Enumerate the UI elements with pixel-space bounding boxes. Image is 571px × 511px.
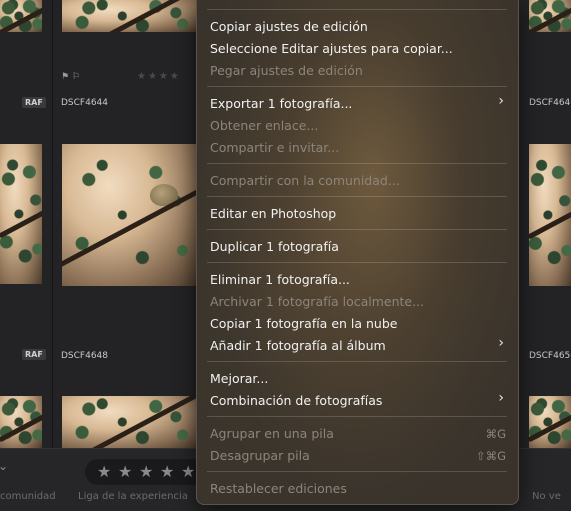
star-icon[interactable]: ★ bbox=[139, 462, 153, 481]
menu-separator bbox=[207, 416, 507, 417]
menu-item-ungroup-stack[interactable]: Desagrupar pila bbox=[210, 448, 310, 463]
star-icon[interactable]: ★ bbox=[181, 462, 195, 481]
menu-item-export[interactable]: Exportar 1 fotografía... bbox=[210, 96, 352, 111]
footer-link-community[interactable]: comunidad bbox=[0, 491, 56, 502]
menu-separator bbox=[207, 229, 507, 230]
menu-item-copy-cloud[interactable]: Copiar 1 fotografía en la nube bbox=[210, 316, 397, 331]
footer-link-league[interactable]: Liga de la experiencia bbox=[78, 491, 188, 502]
grid-cell[interactable]: DSCF4650 bbox=[518, 346, 571, 448]
grid-cell[interactable]: RAF bbox=[0, 94, 53, 346]
menu-item-enhance[interactable]: Mejorar... bbox=[210, 371, 268, 386]
star-icon[interactable]: ★ bbox=[160, 462, 174, 481]
photo-thumbnail[interactable] bbox=[0, 0, 42, 32]
file-name: DSCF4646 bbox=[529, 98, 571, 108]
photo-thumbnail[interactable] bbox=[62, 144, 196, 286]
menu-item-archive-local[interactable]: Archivar 1 fotografía localmente... bbox=[210, 294, 424, 309]
menu-item-edit-photoshop[interactable]: Editar en Photoshop bbox=[210, 206, 336, 221]
rating-control[interactable]: ★ ★ ★ ★ ★ bbox=[85, 459, 205, 485]
grid-cell[interactable] bbox=[0, 0, 53, 94]
menu-separator bbox=[207, 471, 507, 472]
menu-item-paste-edit-settings[interactable]: Pegar ajustes de edición bbox=[210, 63, 363, 78]
star-icon[interactable]: ★ bbox=[118, 462, 132, 481]
menu-item-photo-merge[interactable]: Combinación de fotografías bbox=[210, 393, 382, 408]
grid-cell[interactable]: DSCF4648 bbox=[53, 346, 198, 448]
menu-item-delete[interactable]: Eliminar 1 fotografía... bbox=[210, 272, 350, 287]
menu-item-share-community[interactable]: Compartir con la comunidad... bbox=[210, 173, 400, 188]
menu-item-reset-edits[interactable]: Restablecer ediciones bbox=[210, 481, 347, 496]
menu-shortcut: ⇧⌘G bbox=[475, 449, 506, 463]
photo-thumbnail[interactable] bbox=[62, 396, 196, 448]
star-icon[interactable]: ★ bbox=[97, 462, 111, 481]
menu-separator bbox=[207, 196, 507, 197]
grid-cell[interactable] bbox=[518, 0, 571, 94]
format-badge: RAF bbox=[22, 97, 46, 108]
menu-shortcut: ⌘G bbox=[485, 427, 506, 441]
chevron-right-icon: › bbox=[498, 93, 504, 109]
photo-thumbnail[interactable] bbox=[529, 144, 571, 286]
menu-separator bbox=[207, 262, 507, 263]
file-name: DSCF4648 bbox=[61, 351, 109, 361]
chevron-right-icon: › bbox=[498, 390, 504, 406]
grid-cell[interactable]: DSCF4644 bbox=[53, 94, 198, 346]
rating-stars[interactable]: ★★★★ bbox=[137, 71, 181, 82]
menu-item-group-stack[interactable]: Agrupar en una pila bbox=[210, 426, 334, 441]
photo-thumbnail[interactable] bbox=[529, 396, 571, 448]
menu-item-share-invite[interactable]: Compartir e invitar... bbox=[210, 140, 339, 155]
format-badge: RAF bbox=[22, 349, 46, 360]
chevron-right-icon: › bbox=[498, 335, 504, 351]
menu-item-copy-edit-settings[interactable]: Copiar ajustes de edición bbox=[210, 19, 368, 34]
menu-item-get-link[interactable]: Obtener enlace... bbox=[210, 118, 318, 133]
menu-item-add-album[interactable]: Añadir 1 fotografía al álbum bbox=[210, 338, 386, 353]
grid-cell[interactable]: DSCF4646 bbox=[518, 94, 571, 346]
footer-link-right[interactable]: No ve bbox=[532, 491, 561, 502]
menu-separator bbox=[207, 361, 507, 362]
menu-separator bbox=[207, 9, 507, 10]
photo-thumbnail[interactable] bbox=[529, 0, 571, 32]
photo-thumbnail[interactable] bbox=[0, 396, 42, 448]
menu-item-select-edit-settings[interactable]: Seleccione Editar ajustes para copiar... bbox=[210, 41, 453, 56]
photo-thumbnail[interactable] bbox=[0, 144, 42, 284]
file-name: DSCF4644 bbox=[61, 98, 109, 108]
file-name: DSCF4650 bbox=[529, 351, 571, 361]
bird-subject bbox=[150, 184, 178, 206]
menu-item-duplicate[interactable]: Duplicar 1 fotografía bbox=[210, 239, 339, 254]
context-menu: Copiar ajustes de edición Seleccione Edi… bbox=[196, 0, 519, 505]
grid-cell[interactable]: RAF bbox=[0, 346, 53, 448]
menu-separator bbox=[207, 163, 507, 164]
grid-cell[interactable]: ⚑ ⚐ ★★★★ bbox=[53, 0, 198, 94]
photo-thumbnail[interactable] bbox=[62, 0, 196, 32]
flag-icon[interactable]: ⚑ ⚐ bbox=[61, 72, 80, 82]
menu-separator bbox=[207, 86, 507, 87]
chevron-down-icon[interactable]: ⌄ bbox=[0, 459, 8, 473]
